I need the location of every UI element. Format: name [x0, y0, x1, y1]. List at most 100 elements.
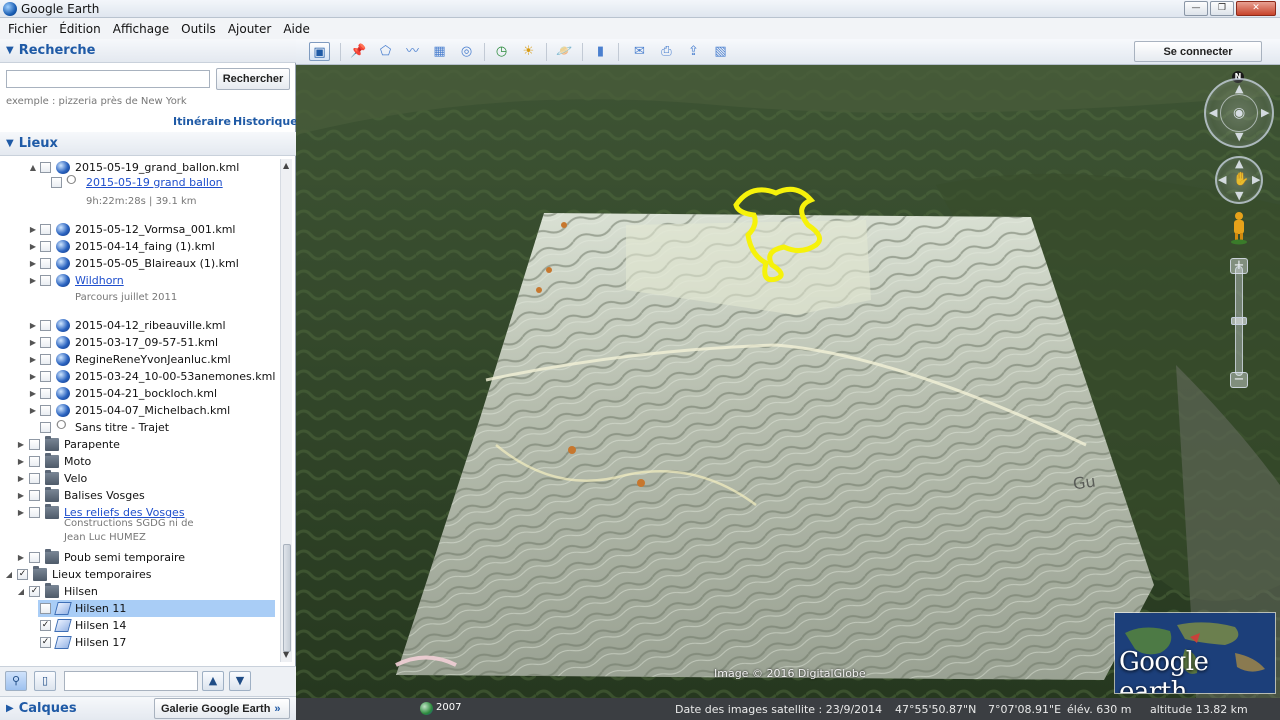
- layers-section-header[interactable]: ▶ Calques Galerie Google Earth»: [0, 696, 296, 720]
- tree-expander-icon[interactable]: ▶: [28, 389, 38, 398]
- look-around-control[interactable]: ▲ ▼ ◀ ▶ ◉: [1204, 78, 1274, 148]
- scroll-down-arrow-icon[interactable]: ▼: [283, 650, 289, 659]
- itinerary-link[interactable]: Itinéraire: [173, 115, 231, 128]
- move-right-arrow-icon[interactable]: ▶: [1252, 173, 1260, 186]
- search-section-header[interactable]: ▼ Recherche: [0, 39, 296, 63]
- tree-expander-icon[interactable]: ▶: [16, 491, 26, 500]
- sidebar-toggle-icon[interactable]: ▣: [309, 42, 330, 61]
- places-tree[interactable]: ▲ 2015-05-19_grand_ballon.kml 2015-05-19 g…: [0, 159, 280, 659]
- tree-item[interactable]: ✓ Hilsen 14: [0, 617, 280, 634]
- tree-checkbox[interactable]: [29, 507, 40, 518]
- tree-expander-icon[interactable]: ◢: [4, 570, 14, 579]
- tree-checkbox[interactable]: [29, 473, 40, 484]
- close-button[interactable]: ✕: [1236, 1, 1276, 16]
- tree-item[interactable]: ▶ RegineReneYvonJeanluc.kml: [0, 351, 280, 368]
- tree-item[interactable]: ▶ 2015-04-07_Michelbach.kml: [0, 402, 280, 419]
- zoom-out-button[interactable]: −: [1230, 372, 1248, 388]
- tree-item[interactable]: Hilsen 11: [38, 600, 275, 617]
- search-input[interactable]: [6, 70, 210, 88]
- move-down-arrow-icon[interactable]: ▼: [229, 671, 251, 691]
- tree-item[interactable]: ✓ Hilsen 17: [0, 634, 280, 651]
- add-overlay-icon[interactable]: ▦: [429, 42, 450, 61]
- tree-item[interactable]: ▶ 2015-04-12_ribeauville.kml: [0, 317, 280, 334]
- tree-checkbox[interactable]: ✓: [29, 586, 40, 597]
- places-scrollbar[interactable]: ▲ ▼: [280, 159, 292, 662]
- tree-item[interactable]: ▶ Parapente: [0, 436, 280, 453]
- tree-checkbox[interactable]: [29, 490, 40, 501]
- move-down-arrow-icon[interactable]: ▼: [1235, 189, 1243, 202]
- places-section-header[interactable]: ▼ Lieux: [0, 132, 296, 156]
- tree-checkbox[interactable]: [40, 371, 51, 382]
- look-right-arrow-icon[interactable]: ▶: [1261, 106, 1269, 119]
- tree-expander-icon[interactable]: ▶: [28, 406, 38, 415]
- maximize-button[interactable]: ❐: [1210, 1, 1234, 16]
- menu-aide[interactable]: Aide: [277, 22, 316, 36]
- tree-expander-icon[interactable]: ▶: [16, 508, 26, 517]
- move-up-arrow-icon[interactable]: ▲: [202, 671, 224, 691]
- tree-item[interactable]: 2015-05-19 grand ballon: [0, 173, 280, 191]
- tree-item[interactable]: ▶ 2015-05-12_Vormsa_001.kml: [0, 221, 280, 238]
- scrollbar-thumb[interactable]: [283, 544, 291, 652]
- menu-outils[interactable]: Outils: [175, 22, 222, 36]
- tree-checkbox[interactable]: [51, 177, 62, 188]
- menu-edition[interactable]: Édition: [53, 22, 107, 36]
- tree-checkbox[interactable]: [40, 422, 51, 433]
- tree-checkbox[interactable]: [40, 337, 51, 348]
- tree-item[interactable]: Sans titre - Trajet: [0, 418, 280, 436]
- street-view-pegman-icon[interactable]: [1229, 211, 1249, 245]
- tree-expander-icon[interactable]: ◢: [16, 587, 26, 596]
- tree-expander-icon[interactable]: ▶: [28, 259, 38, 268]
- tree-checkbox[interactable]: [40, 354, 51, 365]
- look-up-arrow-icon[interactable]: ▲: [1235, 82, 1243, 95]
- tree-item[interactable]: ▶ 2015-03-24_10-00-53anemones.kml: [0, 368, 280, 385]
- scroll-up-arrow-icon[interactable]: ▲: [283, 161, 289, 170]
- tree-checkbox[interactable]: ✓: [40, 637, 51, 648]
- tree-checkbox[interactable]: [40, 162, 51, 173]
- menu-affichage[interactable]: Affichage: [107, 22, 175, 36]
- tree-item[interactable]: ▶ 2015-04-21_bockloch.kml: [0, 385, 280, 402]
- tree-expander-icon[interactable]: ▶: [28, 355, 38, 364]
- tree-checkbox[interactable]: [29, 456, 40, 467]
- overview-map[interactable]: Google earth: [1114, 612, 1276, 694]
- move-control[interactable]: ▲ ▼ ◀ ▶ ✋: [1215, 156, 1263, 204]
- ruler-icon[interactable]: ▮: [590, 42, 611, 61]
- tree-checkbox[interactable]: ✓: [17, 569, 28, 580]
- tree-checkbox[interactable]: [40, 320, 51, 331]
- tree-checkbox[interactable]: [29, 439, 40, 450]
- view-in-maps-icon[interactable]: ▧: [710, 42, 731, 61]
- tree-item[interactable]: ◢ ✓ Lieux temporaires: [0, 566, 280, 583]
- add-placemark-icon[interactable]: 📌: [348, 42, 369, 61]
- earth-3d-view[interactable]: N ▲ ▼ ◀ ▶ ◉ ▲ ▼ ◀ ▶ ✋ + − Gu Image © 201…: [296, 65, 1280, 698]
- tree-item[interactable]: ▶ 2015-03-17_09-57-51.kml: [0, 334, 280, 351]
- tree-checkbox[interactable]: [40, 388, 51, 399]
- places-filter-field[interactable]: [64, 671, 198, 691]
- gallery-button[interactable]: Galerie Google Earth»: [154, 698, 290, 719]
- planet-switch-icon[interactable]: 🪐: [554, 42, 575, 61]
- tree-expander-icon[interactable]: ▶: [28, 338, 38, 347]
- tree-expander-icon[interactable]: ▶: [16, 457, 26, 466]
- tree-checkbox[interactable]: [40, 258, 51, 269]
- tree-expander-icon[interactable]: ▶: [28, 242, 38, 251]
- tree-item[interactable]: ▶ Moto: [0, 453, 280, 470]
- search-button[interactable]: Rechercher: [216, 68, 290, 90]
- tree-checkbox[interactable]: [40, 224, 51, 235]
- minimize-button[interactable]: —: [1184, 1, 1208, 16]
- tree-expander-icon[interactable]: ▶: [28, 276, 38, 285]
- move-left-arrow-icon[interactable]: ◀: [1218, 173, 1226, 186]
- menu-fichier[interactable]: Fichier: [2, 22, 53, 36]
- search-places-icon[interactable]: ⚲: [5, 671, 27, 691]
- tree-item[interactable]: ▶ 2015-04-14_faing (1).kml: [0, 238, 280, 255]
- tree-checkbox[interactable]: [40, 603, 51, 614]
- print-icon[interactable]: ⎙: [656, 42, 677, 61]
- look-left-arrow-icon[interactable]: ◀: [1209, 106, 1217, 119]
- tree-checkbox[interactable]: [40, 241, 51, 252]
- add-path-icon[interactable]: 〰: [402, 42, 423, 61]
- tree-expander-icon[interactable]: ▶: [28, 372, 38, 381]
- sign-in-button[interactable]: Se connecter: [1134, 41, 1262, 62]
- zoom-slider-handle[interactable]: [1231, 317, 1247, 325]
- tree-expander-icon[interactable]: ▶: [16, 474, 26, 483]
- tree-item[interactable]: ▶ Velo: [0, 470, 280, 487]
- tree-expander-icon[interactable]: ▶: [16, 440, 26, 449]
- tree-expander-icon[interactable]: ▶: [16, 553, 26, 562]
- tree-item[interactable]: ▶ Balises Vosges: [0, 487, 280, 504]
